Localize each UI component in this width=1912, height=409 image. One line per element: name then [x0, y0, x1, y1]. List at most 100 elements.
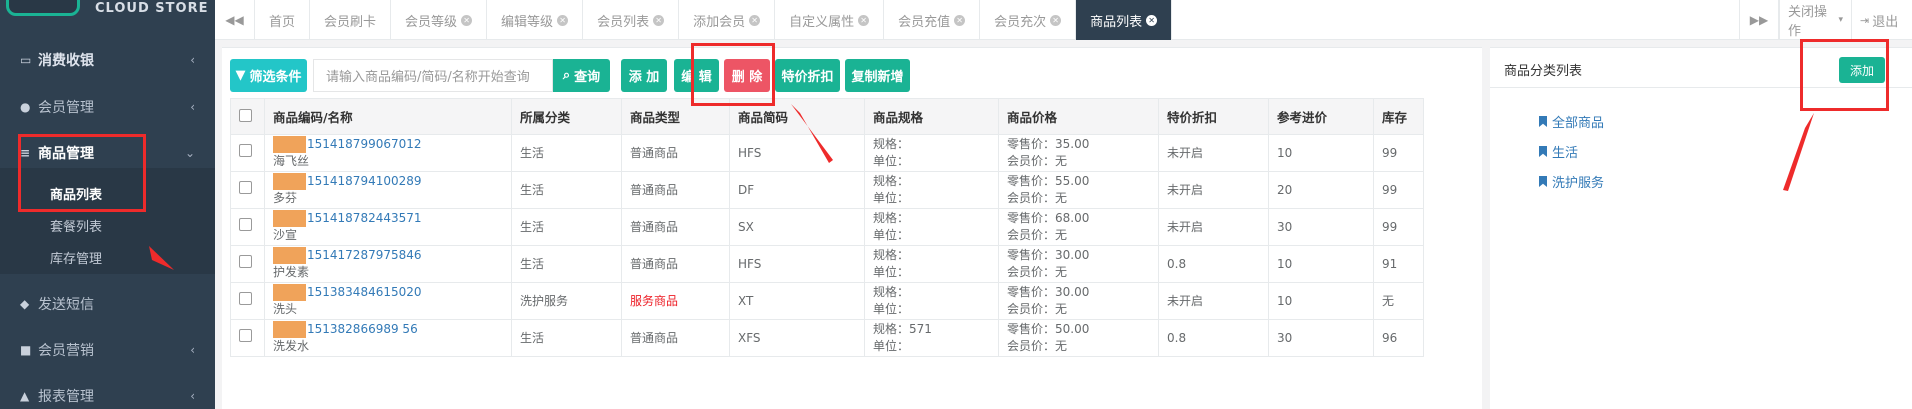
- col-header[interactable]: 库存: [1373, 98, 1424, 135]
- product-name: 护发素: [273, 265, 310, 279]
- tab-member-card[interactable]: 会员刷卡: [310, 0, 392, 40]
- col-header[interactable]: 参考进价: [1268, 98, 1374, 135]
- logout-label: 退出: [1872, 14, 1899, 30]
- col-header[interactable]: 商品编码/名称: [264, 98, 512, 135]
- tab-custom-attr[interactable]: 自定义属性 ✕: [775, 0, 885, 40]
- close-icon[interactable]: ✕: [749, 14, 761, 26]
- category-cell: 生活: [511, 319, 622, 357]
- category-item-life[interactable]: 生活: [1539, 142, 1578, 161]
- chevron-left-icon: ‹: [190, 100, 195, 114]
- table-row[interactable]: 151417287975846 护发素 生活 普通商品 HFS 规格： 单位： 零售价：30.…: [230, 245, 1424, 283]
- row-checkbox[interactable]: [239, 255, 252, 268]
- subitem-package-list[interactable]: 套餐列表: [50, 216, 102, 235]
- table-row[interactable]: 151418782443571 沙宣 生活 普通商品 SX 规格： 单位： 零售价：68.00…: [230, 208, 1424, 246]
- close-icon[interactable]: ✕: [557, 14, 569, 26]
- discount-cell: 未开启: [1158, 282, 1269, 320]
- close-ops-dropdown[interactable]: 关闭操作 ▾: [1779, 0, 1851, 40]
- spec-cell: 规格：571 单位：: [864, 319, 999, 357]
- member-price: 会员价：无: [1007, 228, 1068, 242]
- product-thumbnail: [273, 284, 306, 301]
- close-icon[interactable]: ✕: [653, 14, 665, 26]
- close-icon[interactable]: ✕: [1050, 14, 1062, 26]
- tab-label: 自定义属性: [789, 14, 855, 30]
- sidebar-item-checkout[interactable]: ▭ 消费收银 ‹: [0, 40, 215, 80]
- row-checkbox[interactable]: [239, 329, 252, 342]
- category-item-care[interactable]: 洗护服务: [1539, 172, 1604, 191]
- product-code-link[interactable]: 151382866989 56: [307, 322, 418, 336]
- spec-value: 规格：: [873, 174, 910, 188]
- table-row[interactable]: 151383484615020 洗头 洗护服务 服务商品 XT 规格： 单位： 零售价：30.…: [230, 282, 1424, 320]
- type-value: 普通商品: [630, 219, 679, 234]
- row-checkbox[interactable]: [239, 218, 252, 231]
- tab-scroll-right-icon[interactable]: ▶▶: [1739, 0, 1779, 40]
- logout-button[interactable]: ⇥ 退出: [1851, 0, 1912, 40]
- tab-home[interactable]: 首页: [255, 0, 311, 40]
- search-input[interactable]: 请输入商品编码/简码/名称开始查询: [313, 59, 553, 92]
- category-item-all[interactable]: 全部商品: [1539, 112, 1604, 131]
- query-button[interactable]: ⌕ 查询: [553, 59, 610, 92]
- discount-cell: 未开启: [1158, 208, 1269, 246]
- table-row[interactable]: 151382866989 56 洗发水 生活 普通商品 XFS 规格：571 单位： 零售价：…: [230, 319, 1424, 357]
- price-cell: 零售价：55.00 会员价：无: [998, 171, 1159, 209]
- add-product-button[interactable]: 添 加: [621, 59, 667, 92]
- type-cell: 服务商品: [621, 282, 730, 320]
- table-row[interactable]: 151418794100289 多芬 生活 普通商品 DF 规格： 单位： 零售价：55.00…: [230, 171, 1424, 209]
- tab-label: 添加会员: [693, 14, 746, 30]
- retail-price: 零售价：30.00: [1007, 285, 1090, 299]
- tab-member-list[interactable]: 会员列表 ✕: [583, 0, 680, 40]
- unit-value: 单位：: [873, 302, 910, 316]
- tab-scroll-left-icon[interactable]: ◀◀: [215, 0, 255, 40]
- close-icon[interactable]: ✕: [1146, 14, 1158, 26]
- product-code-link[interactable]: 151383484615020: [307, 285, 422, 299]
- member-price: 会员价：无: [1007, 191, 1068, 205]
- close-icon[interactable]: ✕: [954, 14, 966, 26]
- chevron-left-icon: ‹: [190, 343, 195, 357]
- sidebar-item-sms[interactable]: ◆ 发送短信: [0, 284, 215, 324]
- copy-new-button[interactable]: 复制新增: [845, 59, 910, 92]
- product-code-link[interactable]: 151418799067012: [307, 137, 422, 151]
- row-checkbox[interactable]: [239, 292, 252, 305]
- sidebar-item-reports[interactable]: ▲ 报表管理 ‹: [0, 376, 215, 409]
- spec-cell: 规格： 单位：: [864, 208, 999, 246]
- tab-member-times[interactable]: 会员充次 ✕: [980, 0, 1077, 40]
- product-name: 洗发水: [273, 339, 310, 353]
- close-icon[interactable]: ✕: [461, 14, 473, 26]
- spec-cell: 规格： 单位：: [864, 245, 999, 283]
- table-row[interactable]: 151418799067012 海飞丝 生活 普通商品 HFS 规格： 单位： 零售价：35.…: [230, 134, 1424, 172]
- subitem-inventory[interactable]: 库存管理: [50, 248, 102, 267]
- table-header-row: 商品编码/名称 所属分类 商品类型 商品简码 商品规格 商品价格 特价折扣 参考…: [230, 98, 1424, 135]
- member-price: 会员价：无: [1007, 154, 1068, 168]
- col-header[interactable]: 商品规格: [864, 98, 999, 135]
- product-code-link[interactable]: 151418794100289: [307, 174, 422, 188]
- category-cell: 生活: [511, 208, 622, 246]
- special-discount-button[interactable]: 特价折扣: [775, 59, 840, 92]
- sidebar-item-members[interactable]: ● 会员管理 ‹: [0, 87, 215, 127]
- discount-cell: 0.8: [1158, 319, 1269, 357]
- col-header[interactable]: 特价折扣: [1158, 98, 1269, 135]
- select-all-checkbox[interactable]: [239, 108, 252, 122]
- tab-member-recharge[interactable]: 会员充值 ✕: [884, 0, 981, 40]
- tab-member-level[interactable]: 会员等级 ✕: [391, 0, 488, 40]
- category-label: 全部商品: [1552, 116, 1605, 131]
- type-cell: 普通商品: [621, 208, 730, 246]
- col-header[interactable]: 商品价格: [998, 98, 1159, 135]
- product-code-link[interactable]: 151417287975846: [307, 248, 422, 262]
- product-panel: ▼ 筛选条件 请输入商品编码/简码/名称开始查询 ⌕ 查询 添 加 编 辑 删 除 …: [222, 47, 1482, 409]
- tab-edit-level[interactable]: 编辑等级 ✕: [487, 0, 584, 40]
- sidebar-item-marketing[interactable]: ■ 会员营销 ‹: [0, 330, 215, 370]
- tab-product-list[interactable]: 商品列表 ✕: [1076, 0, 1173, 40]
- chevron-left-icon: ‹: [190, 389, 195, 403]
- col-header[interactable]: 所属分类: [511, 98, 622, 135]
- member-price: 会员价：无: [1007, 265, 1068, 279]
- row-select-cell: [230, 319, 265, 357]
- row-checkbox[interactable]: [239, 181, 252, 194]
- close-icon[interactable]: ✕: [858, 14, 870, 26]
- unit-value: 单位：: [873, 339, 910, 353]
- bookmark-icon: [1539, 176, 1547, 187]
- price-cell: 零售价：30.00 会员价：无: [998, 282, 1159, 320]
- product-code-link[interactable]: 151418782443571: [307, 211, 422, 225]
- row-checkbox[interactable]: [239, 144, 252, 157]
- filter-button[interactable]: ▼ 筛选条件: [230, 59, 307, 92]
- tab-label: 首页: [269, 14, 296, 30]
- tab-add-member[interactable]: 添加会员 ✕: [679, 0, 776, 40]
